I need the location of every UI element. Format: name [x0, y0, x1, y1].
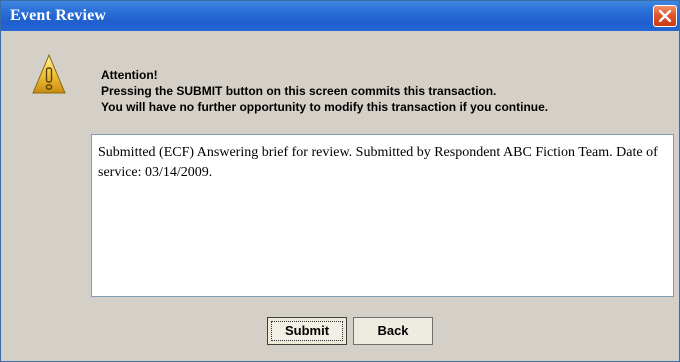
title-bar[interactable]: Event Review [1, 1, 679, 31]
transaction-details-text[interactable]: Submitted (ECF) Answering brief for revi… [91, 134, 674, 297]
submit-button[interactable]: Submit [267, 317, 347, 345]
attention-message: Attention! Pressing the SUBMIT button on… [101, 67, 548, 115]
warning-icon [32, 53, 66, 94]
message-line-submit-commits: Pressing the SUBMIT button on this scree… [101, 84, 497, 98]
message-line-attention: Attention! [101, 68, 158, 82]
close-icon [659, 10, 671, 22]
event-review-dialog: Event Review Attention! Pressing the SUB… [0, 0, 680, 362]
submit-button-label: Submit [284, 323, 330, 338]
message-line-no-further-modification: You will have no further opportunity to … [101, 100, 549, 114]
close-button[interactable] [653, 5, 677, 27]
dialog-body: Attention! Pressing the SUBMIT button on… [3, 31, 679, 361]
back-button[interactable]: Back [353, 317, 433, 345]
window-title: Event Review [10, 7, 107, 24]
back-button-label: Back [377, 323, 409, 338]
